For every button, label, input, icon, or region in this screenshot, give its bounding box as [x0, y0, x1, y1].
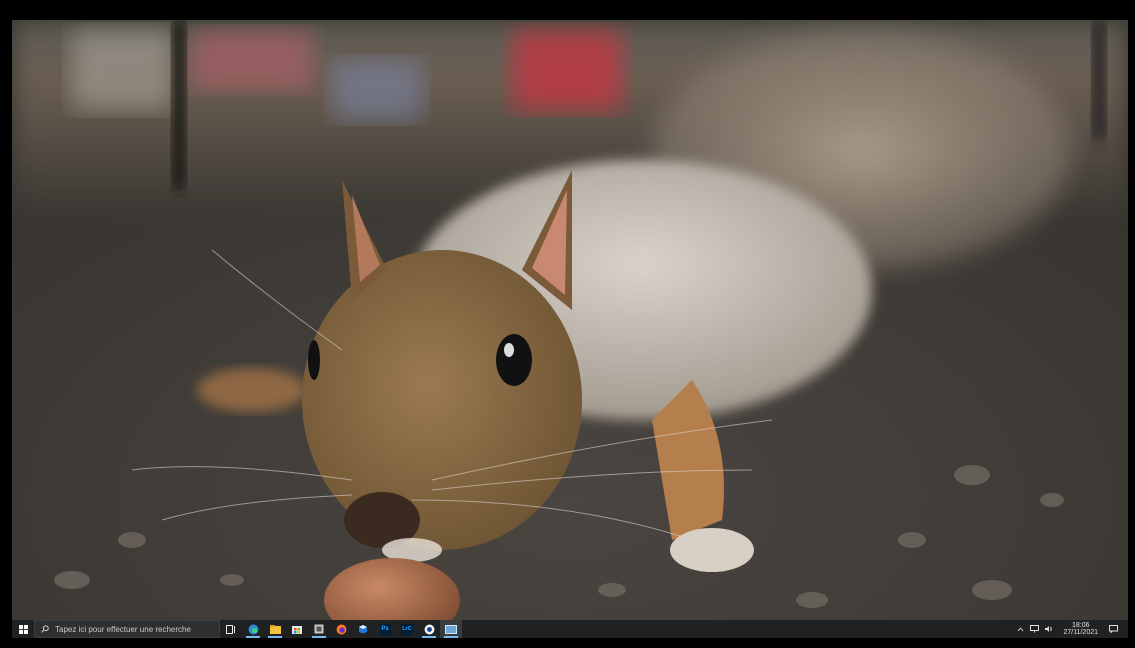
search-box[interactable]: Tapez ici pour effectuer une recherche [34, 620, 220, 638]
lightroom-button[interactable]: LrC [396, 620, 418, 638]
desktop-wallpaper [12, 20, 1128, 620]
start-button[interactable] [12, 620, 34, 638]
chrome-like-icon [424, 624, 434, 634]
search-placeholder: Tapez ici pour effectuer une recherche [55, 624, 191, 634]
clock[interactable]: 18:06 27/11/2021 [1063, 622, 1098, 636]
volume-icon[interactable] [1045, 625, 1054, 633]
network-icon[interactable] [1030, 625, 1040, 633]
task-view-button[interactable] [220, 620, 242, 638]
store-icon [292, 626, 302, 634]
edge-icon [248, 624, 258, 634]
photoshop-icon: Ps [379, 623, 391, 635]
browser-button[interactable] [418, 620, 440, 638]
store-button[interactable] [286, 620, 308, 638]
firefox-button[interactable] [330, 620, 352, 638]
edge-button[interactable] [242, 620, 264, 638]
media-player-icon [445, 624, 457, 634]
notification-icon [1109, 625, 1118, 633]
task-view-icon [226, 624, 235, 634]
taskbar: Tapez ici pour effectuer une recherche P… [12, 620, 1128, 638]
system-tray: 18:06 27/11/2021 [1014, 620, 1128, 638]
photoshop-button[interactable]: Ps [374, 620, 396, 638]
windows-logo-icon [18, 624, 28, 634]
clock-date: 27/11/2021 [1063, 629, 1098, 636]
firefox-icon [336, 624, 346, 634]
clock-time: 18:06 [1071, 622, 1090, 629]
show-hidden-icons-chevron-icon[interactable] [1017, 627, 1024, 632]
search-icon [41, 625, 49, 633]
file-explorer-button[interactable] [264, 620, 286, 638]
monitor-frame: Tapez ici pour effectuer une recherche P… [0, 0, 1135, 648]
media-player-button[interactable] [440, 620, 462, 638]
file-explorer-icon [269, 624, 281, 634]
lightroom-icon: LrC [401, 623, 413, 635]
desktop-screen: Tapez ici pour effectuer une recherche P… [12, 20, 1128, 638]
app-icon [359, 625, 367, 634]
app-button[interactable] [352, 620, 374, 638]
app-window-icon [314, 624, 324, 634]
notifications-button[interactable] [1109, 625, 1118, 633]
app-window-button[interactable] [308, 620, 330, 638]
